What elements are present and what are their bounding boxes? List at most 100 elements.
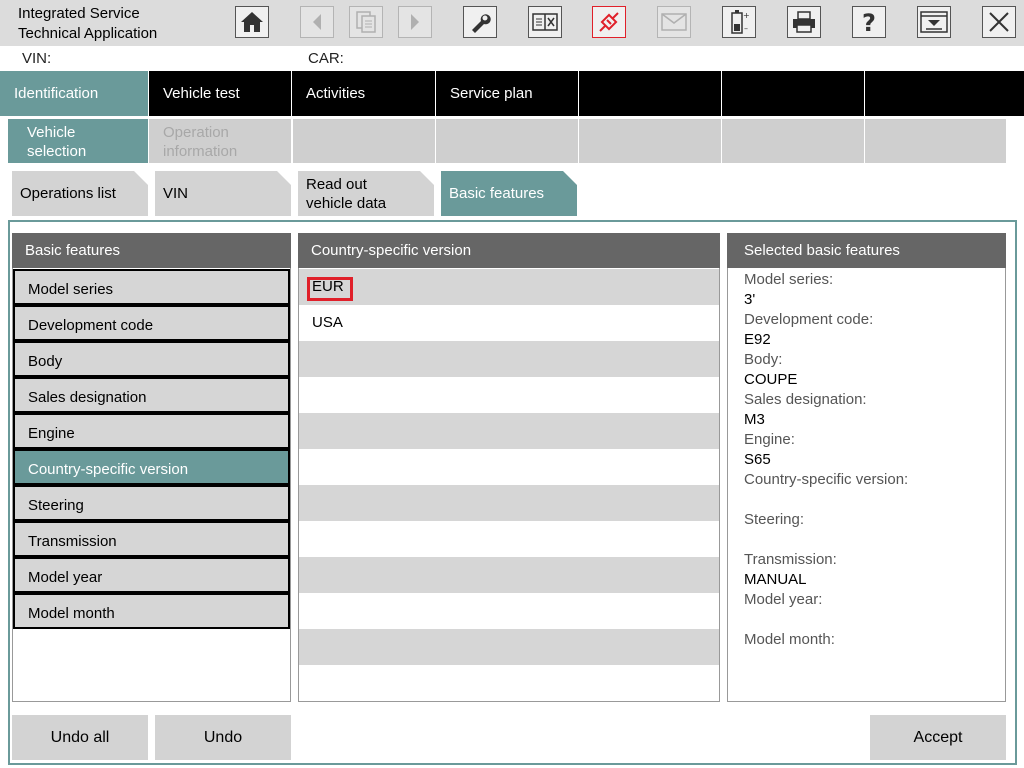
- folder-tab-read-out-label: Read out vehicle data: [306, 175, 386, 213]
- sel-development-code-value: E92: [744, 331, 771, 348]
- folder-tab-read-out-line1: Read out: [306, 175, 367, 193]
- empty-row: [299, 485, 719, 521]
- folder-tab-vin[interactable]: VIN: [155, 171, 291, 216]
- home-icon: [241, 12, 263, 32]
- battery-button[interactable]: + –: [722, 6, 756, 38]
- basic-features-header: Basic features: [12, 233, 291, 268]
- selected-features-header: Selected basic features: [727, 233, 1006, 268]
- compare-icon: [532, 13, 558, 31]
- battery-icon: +–: [731, 10, 750, 34]
- empty-row: [299, 521, 719, 557]
- feature-engine[interactable]: Engine: [13, 413, 290, 449]
- subtab-empty-5: [865, 119, 1006, 163]
- folder-tab-vin-label: VIN: [163, 185, 189, 202]
- empty-row: [299, 593, 719, 629]
- sel-sales-designation-label: Sales designation:: [744, 391, 867, 408]
- folder-tab-read-out-vehicle-data[interactable]: Read out vehicle data: [298, 171, 434, 216]
- feature-model-month[interactable]: Model month: [13, 593, 290, 629]
- help-icon: ?: [862, 10, 876, 34]
- mail-icon: [661, 13, 687, 31]
- forward-arrow-icon: [411, 14, 419, 30]
- sel-model-series-label: Model series:: [744, 271, 834, 288]
- sel-body-value: COUPE: [744, 371, 798, 388]
- back-arrow-icon: [313, 14, 321, 30]
- feature-steering[interactable]: Steering: [13, 485, 290, 521]
- top-toolbar: Integrated Service Technical Application…: [0, 0, 1024, 46]
- empty-row: [299, 449, 719, 485]
- tab-corner: [420, 171, 434, 185]
- home-button[interactable]: [235, 6, 269, 38]
- subtab-vehicle-selection-line2: selection: [27, 143, 87, 160]
- svg-text:+: +: [743, 11, 750, 20]
- sel-steering-label: Steering:: [744, 511, 805, 528]
- service-functions-button[interactable]: [463, 6, 497, 38]
- svg-text:–: –: [744, 24, 748, 33]
- tab-service-plan[interactable]: Service plan: [436, 71, 578, 116]
- empty-row: [299, 629, 719, 665]
- sel-model-month-label: Model month:: [744, 631, 835, 648]
- tab-activities[interactable]: Activities: [292, 71, 435, 116]
- folder-tab-read-out-line2: vehicle data: [306, 194, 387, 212]
- car-label: CAR:: [308, 50, 344, 67]
- help-button[interactable]: ?: [852, 6, 886, 38]
- sel-engine-value: S65: [744, 451, 771, 468]
- subtab-operation-information-line2: information: [163, 143, 238, 160]
- tab-empty-2: [722, 71, 864, 116]
- undo-button[interactable]: Undo: [155, 715, 291, 760]
- tab-empty-1: [579, 71, 721, 116]
- subtab-empty-2: [436, 119, 578, 163]
- back-button[interactable]: [300, 6, 334, 38]
- sel-model-year-label: Model year:: [744, 591, 823, 608]
- sel-transmission-value: MANUAL: [744, 571, 807, 588]
- empty-row: [299, 413, 719, 449]
- option-row[interactable]: USA: [299, 305, 719, 341]
- feature-body[interactable]: Body: [13, 341, 290, 377]
- feature-model-series[interactable]: Model series: [13, 269, 290, 305]
- app-title-line2: Technical Application: [18, 25, 158, 42]
- tab-corner: [134, 171, 148, 185]
- tab-identification[interactable]: Identification: [0, 71, 148, 116]
- sel-model-series-value: 3': [744, 291, 756, 308]
- documents-button[interactable]: [349, 6, 383, 38]
- feature-country-specific-version[interactable]: Country-specific version: [13, 449, 290, 485]
- close-icon: [989, 12, 1009, 32]
- option-usa: USA: [312, 314, 343, 331]
- close-button[interactable]: [982, 6, 1016, 38]
- app-title: Integrated Service Technical Application: [18, 4, 157, 44]
- folder-tab-operations-list[interactable]: Operations list: [12, 171, 148, 216]
- sel-development-code-label: Development code:: [744, 311, 874, 328]
- feature-sales-designation[interactable]: Sales designation: [13, 377, 290, 413]
- folder-tab-basic-features[interactable]: Basic features: [441, 171, 577, 216]
- subtab-empty-1: [293, 119, 435, 163]
- subtab-operation-information-line1: Operation: [163, 124, 229, 141]
- forward-button[interactable]: [398, 6, 432, 38]
- app-title-line1: Integrated Service: [18, 5, 140, 22]
- mail-button[interactable]: [657, 6, 691, 38]
- feature-transmission[interactable]: Transmission: [13, 521, 290, 557]
- minimize-button[interactable]: [917, 6, 951, 38]
- print-button[interactable]: [787, 6, 821, 38]
- compare-button[interactable]: [528, 6, 562, 38]
- empty-row: [299, 341, 719, 377]
- accept-button[interactable]: Accept: [870, 715, 1006, 760]
- vin-label: VIN:: [22, 50, 52, 67]
- subtab-vehicle-selection[interactable]: Vehicle selection: [8, 119, 148, 163]
- country-version-header: Country-specific version: [298, 233, 720, 268]
- svg-text:?: ?: [862, 10, 876, 34]
- subtab-operation-information[interactable]: Operation information: [149, 119, 291, 163]
- printer-icon: [793, 11, 815, 33]
- option-row[interactable]: EUR: [299, 269, 719, 305]
- connection-icon: [599, 12, 619, 32]
- tab-corner: [563, 171, 577, 185]
- feature-development-code[interactable]: Development code: [13, 305, 290, 341]
- connection-button[interactable]: [592, 6, 626, 38]
- minimize-icon: [920, 11, 948, 33]
- undo-all-button[interactable]: Undo all: [12, 715, 148, 760]
- vehicle-info-bar: VIN: CAR:: [0, 46, 1024, 70]
- subtab-empty-4: [722, 119, 864, 163]
- tab-corner: [277, 171, 291, 185]
- tab-vehicle-test[interactable]: Vehicle test: [149, 71, 291, 116]
- empty-row: [299, 557, 719, 593]
- feature-model-year[interactable]: Model year: [13, 557, 290, 593]
- subtab-vehicle-selection-line1: Vehicle: [27, 124, 76, 141]
